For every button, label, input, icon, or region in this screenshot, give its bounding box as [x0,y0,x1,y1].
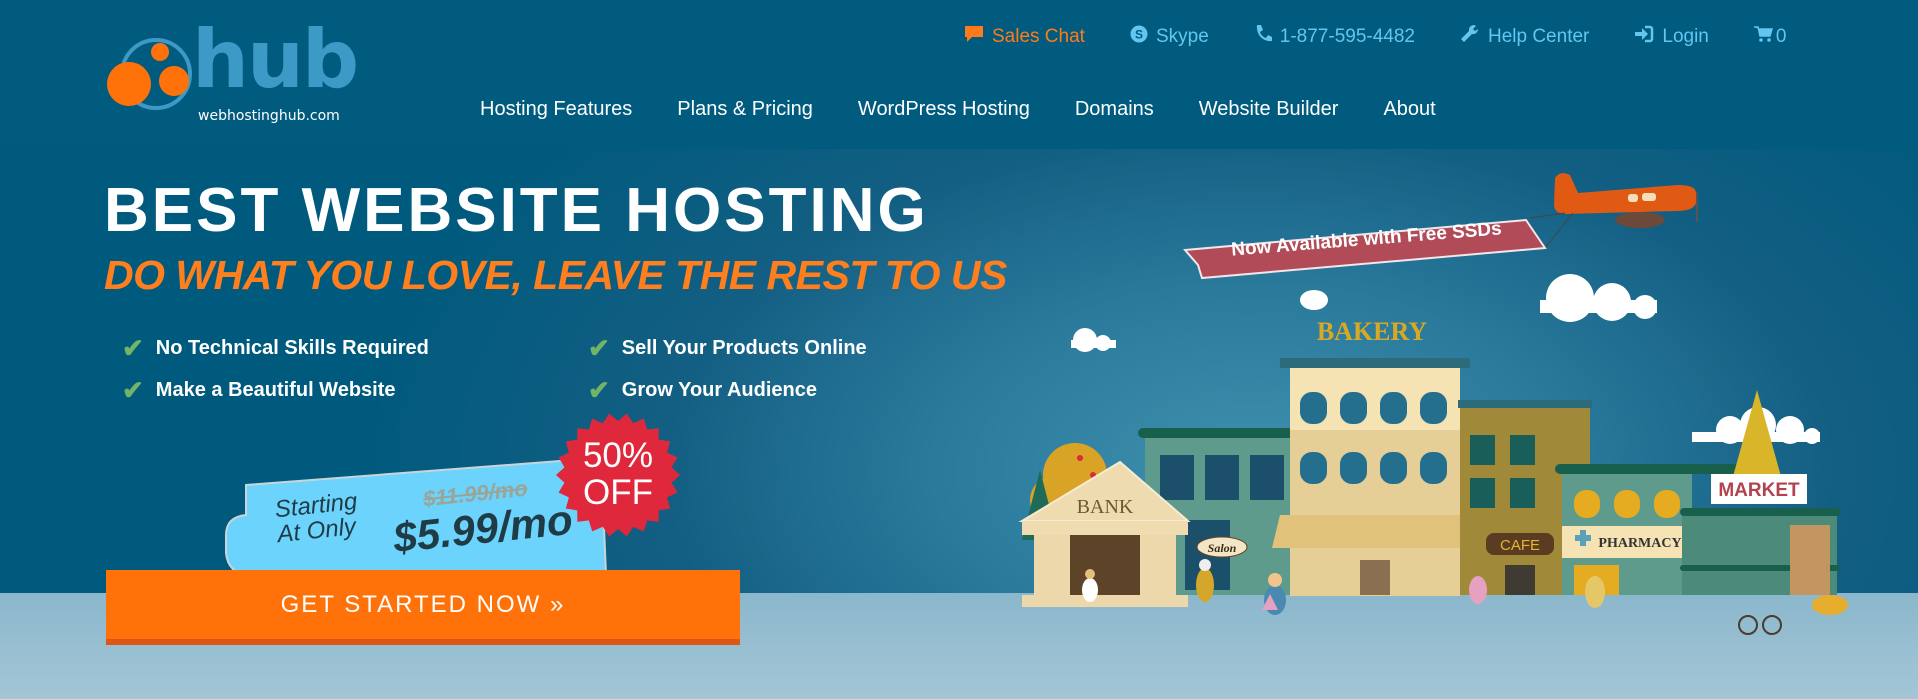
airplane-icon [1529,173,1698,249]
cloud-icon [1071,328,1116,352]
bank-sign: BANK [1077,496,1134,518]
salon-sign: Salon [1208,541,1237,555]
market-sign: MARKET [1718,480,1800,501]
cloud-icon [1540,274,1657,322]
pharmacy-sign: PHARMACY [1598,536,1681,551]
cafe-sign: CAFE [1500,537,1540,554]
bakery-sign: BAKERY [1317,317,1428,346]
town-illustration: BAKERY BANK Salon CAFE PHARMACY MARKET [1018,173,1848,635]
